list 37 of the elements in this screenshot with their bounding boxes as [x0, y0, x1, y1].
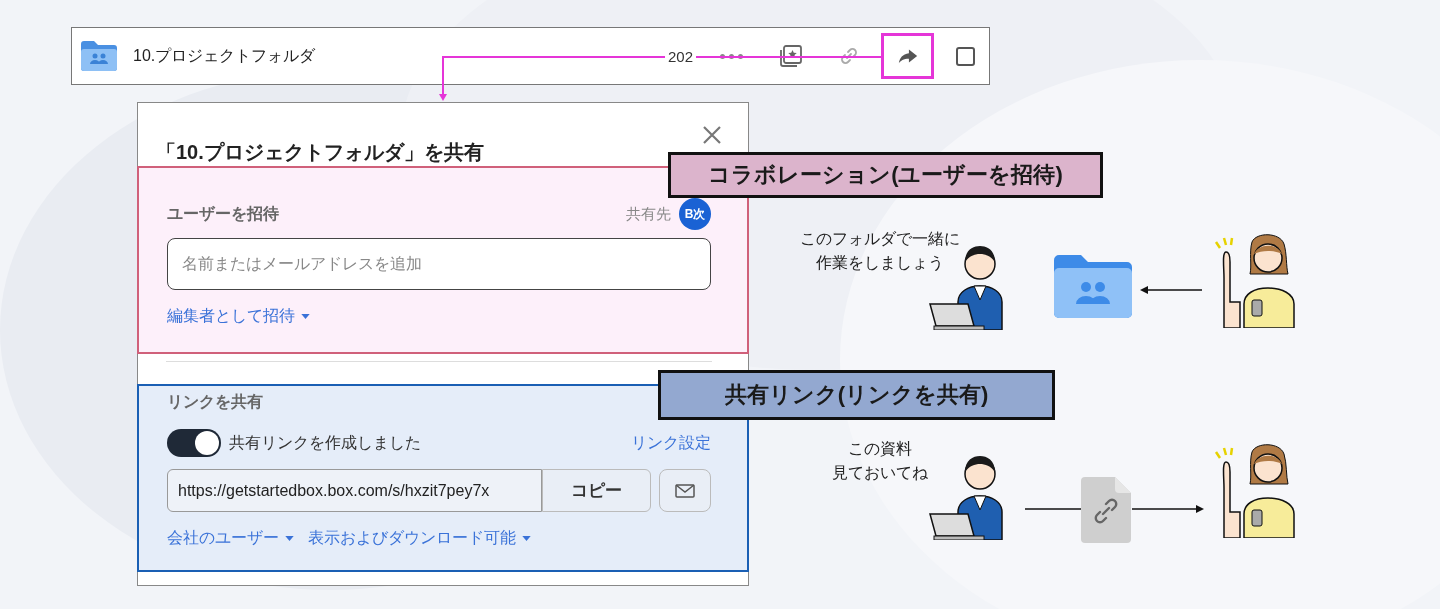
share-button[interactable]	[881, 33, 934, 79]
link-file-icon	[1081, 477, 1131, 543]
section-heading: ユーザーを招待	[167, 203, 279, 224]
role-dropdown-link[interactable]: 編集者として招待	[167, 306, 310, 327]
shared-folder-icon	[81, 41, 117, 71]
caret-icon	[301, 314, 310, 319]
callout-label: 共有リンク(リンクを共有)	[658, 370, 1055, 420]
invite-input-field[interactable]: 名前またはメールアドレスを追加	[167, 238, 711, 290]
select-checkbox[interactable]	[956, 46, 975, 66]
user-avatar[interactable]: B次	[679, 198, 711, 230]
arrow	[1132, 504, 1204, 514]
callout-label: コラボレーション(ユーザーを招待)	[668, 152, 1103, 198]
toggle-label: 共有リンクを作成しました	[229, 432, 421, 453]
speech-text: 作業をしましょう	[816, 253, 944, 273]
speech-text: このフォルダで一緒に	[800, 229, 960, 249]
file-row[interactable]: 10.プロジェクトフォルダ 202	[71, 27, 990, 85]
speech-text: この資料	[848, 439, 912, 459]
dialog-title: 「10.プロジェクトフォルダ」を共有	[156, 140, 484, 165]
caret-icon	[285, 536, 294, 541]
copy-button[interactable]: コピー	[542, 469, 652, 512]
caret-icon	[522, 536, 531, 541]
envelope-icon	[675, 483, 696, 498]
access-dropdown-link[interactable]: 会社のユーザー	[167, 528, 294, 549]
shared-folder-icon	[1054, 254, 1132, 318]
collection-icon[interactable]	[779, 44, 803, 68]
toggle-switch[interactable]	[167, 429, 221, 457]
permission-dropdown-link[interactable]: 表示およびダウンロード可能	[308, 528, 531, 549]
shared-with-label: 共有先	[626, 204, 671, 224]
arrow	[1140, 285, 1202, 295]
url-field[interactable]: https://getstartedbox.box.com/s/hxzit7pey7x	[167, 469, 543, 512]
section-heading: リンクを共有	[167, 392, 264, 412]
email-button[interactable]	[659, 469, 711, 512]
more-icon[interactable]	[720, 53, 743, 59]
speech-text: 見ておいてね	[832, 463, 928, 483]
close-icon	[702, 125, 722, 145]
folder-name[interactable]: 10.プロジェクトフォルダ	[133, 45, 316, 67]
link-settings-link[interactable]: リンク設定	[631, 432, 711, 454]
